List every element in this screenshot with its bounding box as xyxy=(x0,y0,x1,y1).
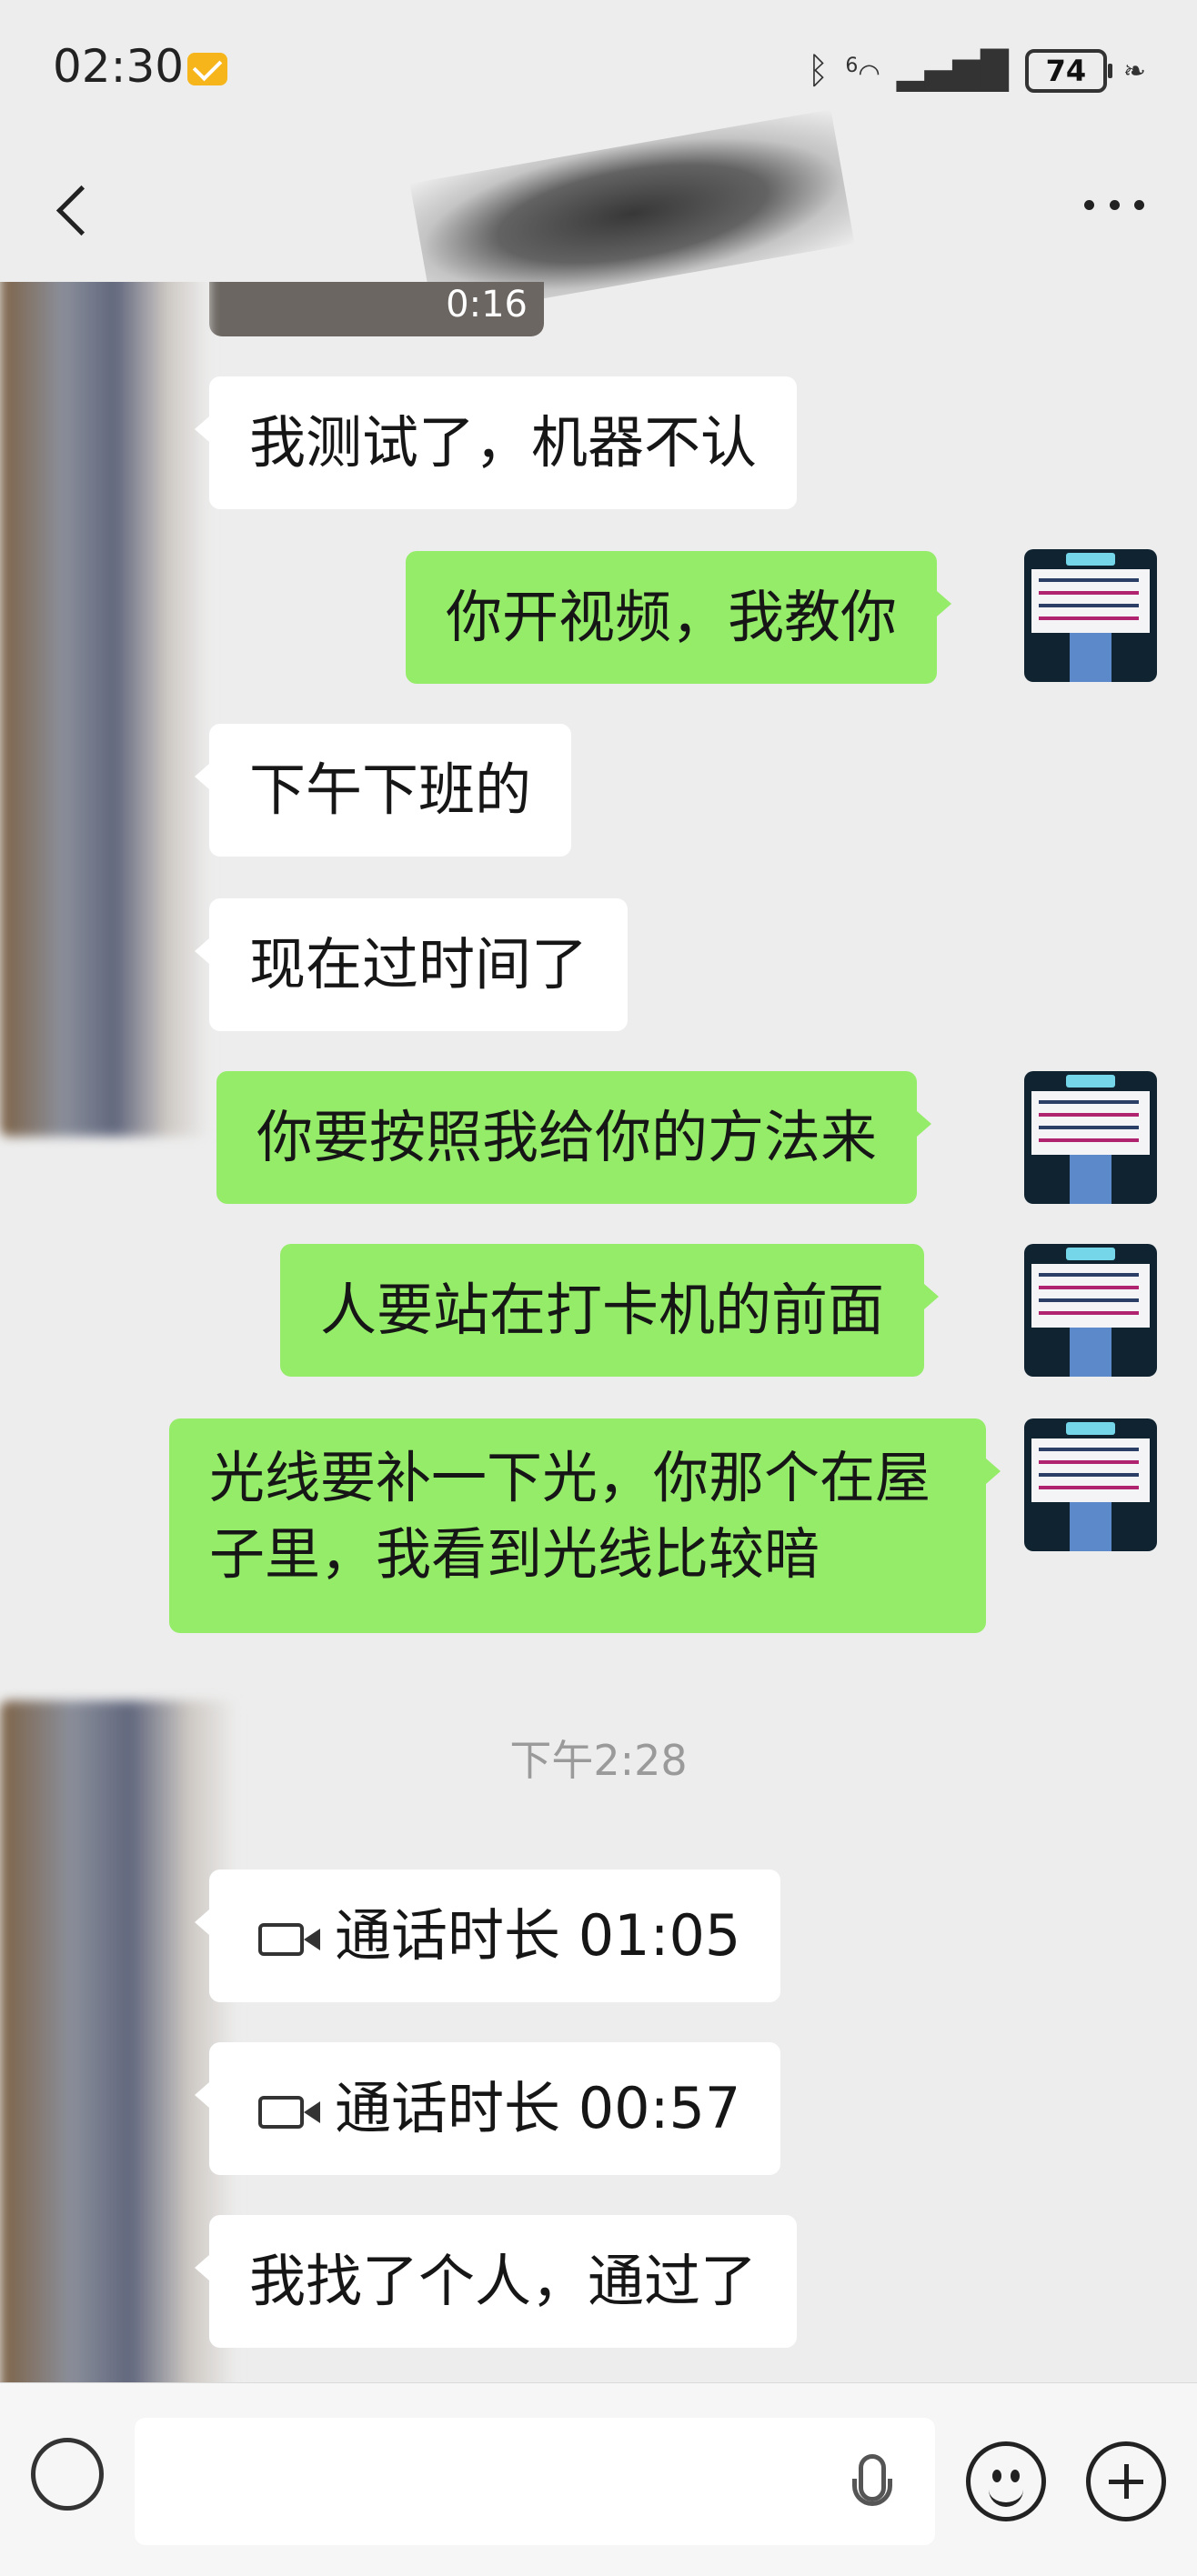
message-bubble[interactable]: 现在过时间了 xyxy=(194,898,629,1031)
more-dot xyxy=(1134,200,1144,210)
message-input[interactable] xyxy=(135,2418,935,2545)
emoji-icon-eye xyxy=(1011,2470,1020,2482)
network-type: 6 xyxy=(845,54,859,77)
battery-indicator: 74 xyxy=(1024,49,1112,93)
avatar-self[interactable] xyxy=(1024,1071,1157,1204)
more-dot xyxy=(1084,200,1094,210)
avatar-self[interactable] xyxy=(1024,1244,1157,1377)
call-duration-label: 通话时长 00:57 xyxy=(335,2075,741,2141)
video-call-icon xyxy=(258,2095,320,2129)
signal-icon: ▂▄▆█ xyxy=(896,50,1009,92)
message-bubble[interactable]: 我测试了，机器不认 xyxy=(194,376,798,509)
more-dot xyxy=(1109,200,1120,210)
back-button[interactable] xyxy=(51,180,95,244)
battery-level: 74 xyxy=(1045,54,1087,88)
message-bubble[interactable]: 人要站在打卡机的前面 xyxy=(280,1244,940,1377)
message-timestamp: 下午2:28 xyxy=(509,1736,688,1785)
chat-header xyxy=(0,109,1197,318)
video-message[interactable]: 0:16 xyxy=(209,282,544,336)
call-record-bubble[interactable]: 通话时长 01:05 xyxy=(194,1869,781,2002)
mail-notification-icon xyxy=(187,53,227,85)
wifi-icon: 6◠ xyxy=(845,54,880,88)
avatar-contact[interactable] xyxy=(0,282,209,1137)
avatar-self[interactable] xyxy=(1024,549,1157,682)
plus-button[interactable] xyxy=(1086,2441,1166,2521)
message-bubble[interactable]: 我找了个人，通过了 xyxy=(194,2215,798,2348)
message-bubble[interactable]: 下午下班的 xyxy=(194,724,572,857)
more-button[interactable] xyxy=(1084,200,1144,218)
video-duration: 0:16 xyxy=(446,284,528,326)
avatar-self[interactable] xyxy=(1024,1418,1157,1551)
call-record-bubble[interactable]: 通话时长 00:57 xyxy=(194,2042,781,2175)
emoji-icon xyxy=(992,2470,1001,2482)
chat-message-list[interactable]: 0:16 我测试了，机器不认 你开视频，我教你 下午下班的 现在过时间了 你要按… xyxy=(0,282,1197,2382)
message-bubble[interactable]: 你要按照我给你的方法来 xyxy=(216,1071,932,1204)
status-bar: 02:30 ᛒ 6◠ ▂▄▆█ 74 ❧ xyxy=(0,0,1197,145)
emoji-icon-mouth xyxy=(989,2486,1023,2507)
message-bubble[interactable]: 光线要补一下光，你那个在屋子里，我看到光线比较暗 xyxy=(169,1418,1001,1633)
status-icons: ᛒ 6◠ ▂▄▆█ 74 ❧ xyxy=(807,49,1146,93)
bluetooth-icon: ᛒ xyxy=(807,50,830,92)
video-call-icon xyxy=(258,1922,320,1956)
voice-toggle-button[interactable] xyxy=(31,2438,104,2511)
status-time: 02:30 xyxy=(53,40,185,93)
call-duration-label: 通话时长 01:05 xyxy=(335,1902,741,1969)
input-bar xyxy=(0,2382,1197,2576)
message-bubble[interactable]: 你开视频，我教你 xyxy=(406,551,952,684)
leaf-icon: ❧ xyxy=(1122,55,1146,87)
microphone-icon[interactable] xyxy=(852,2454,892,2506)
emoji-button[interactable] xyxy=(966,2441,1046,2521)
